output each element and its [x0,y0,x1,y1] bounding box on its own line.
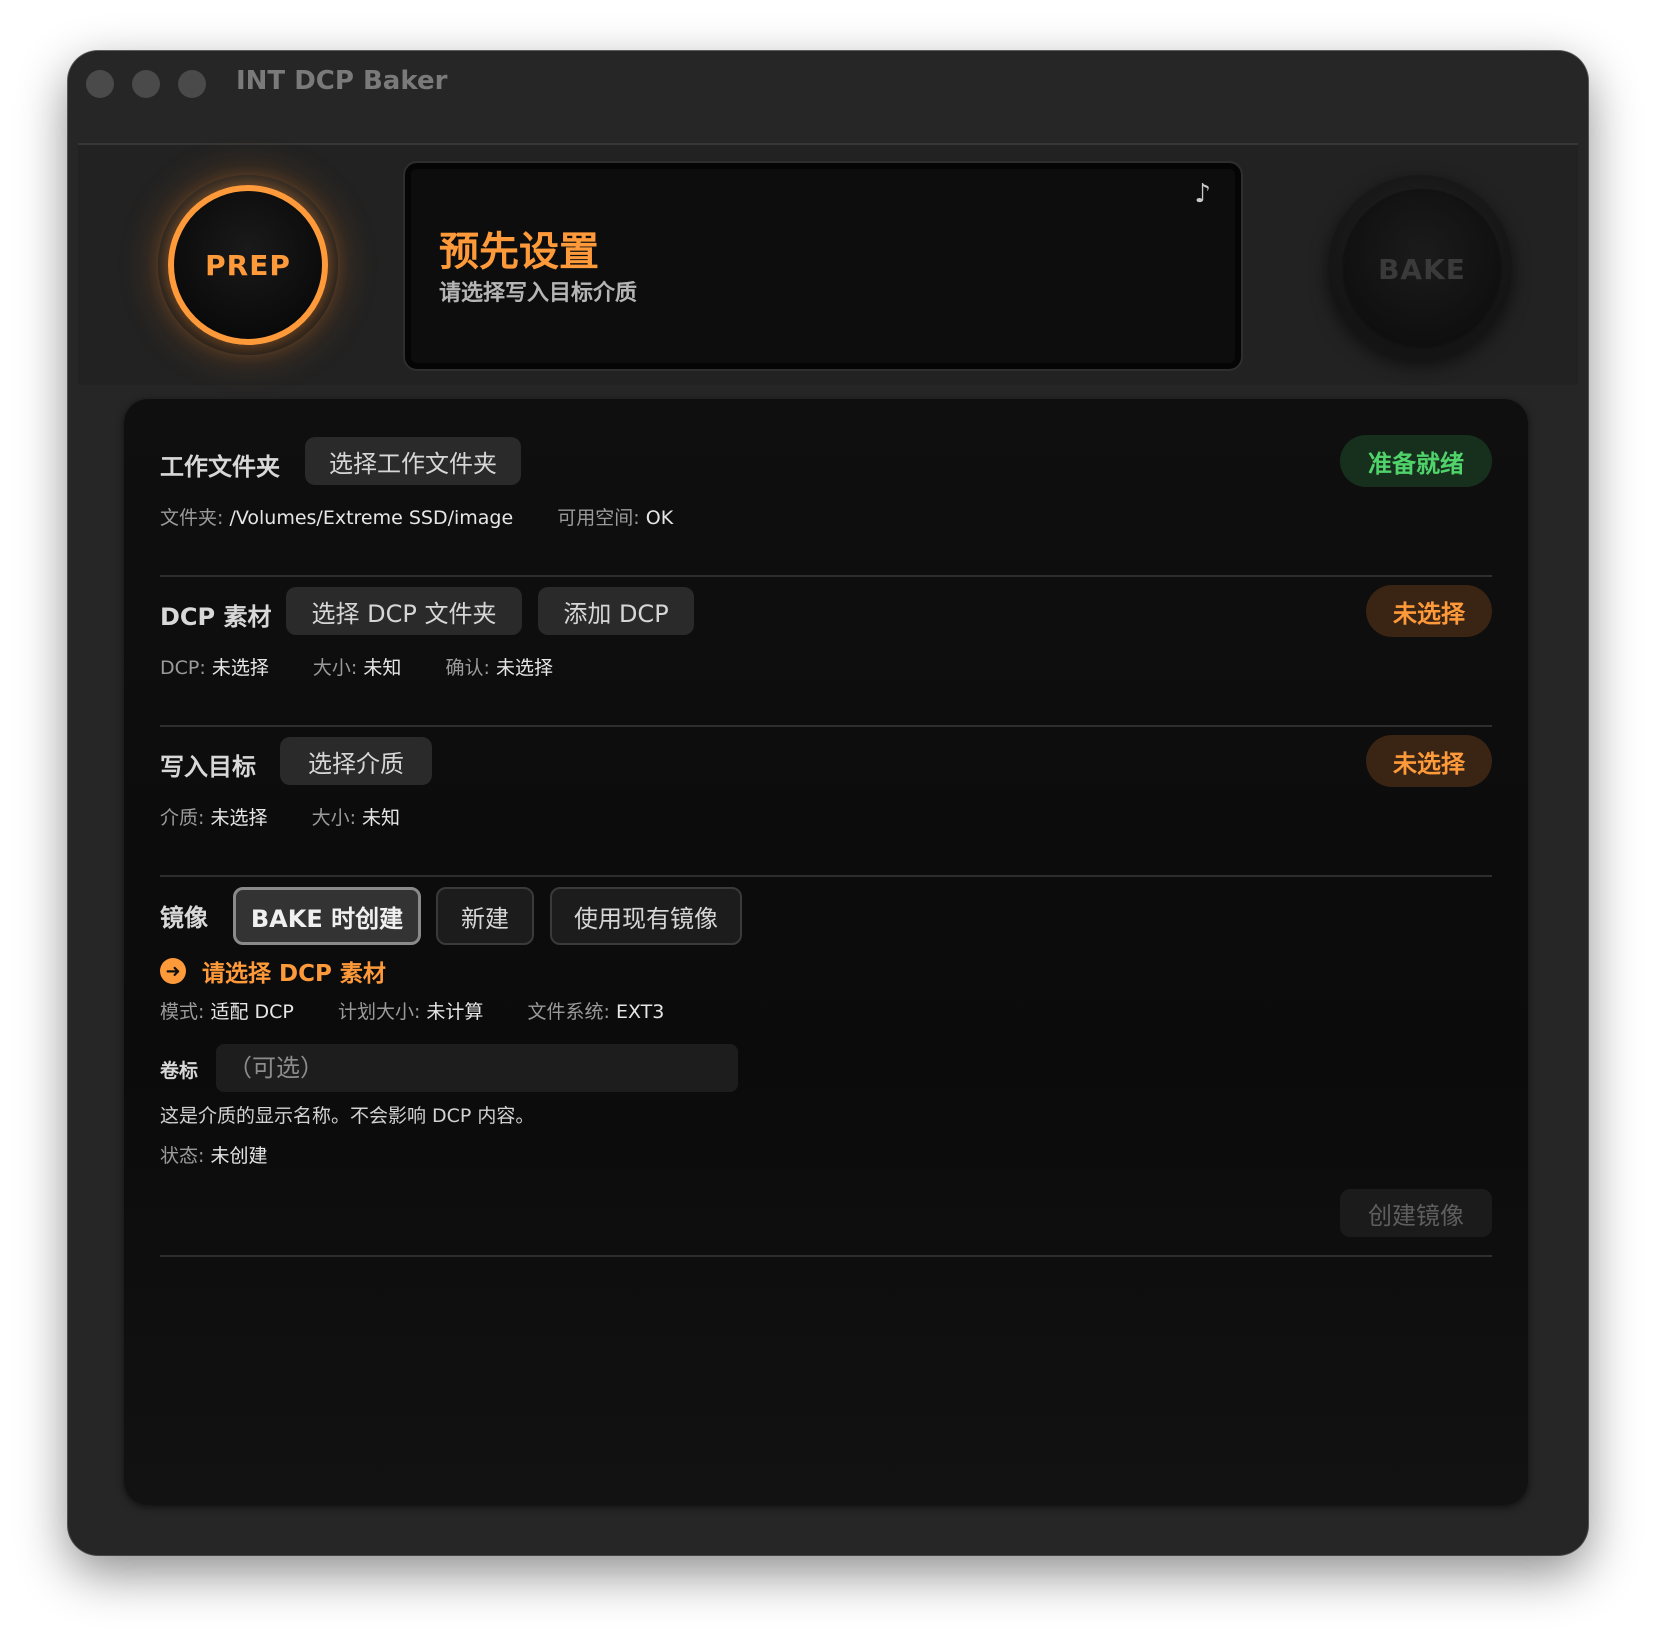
choose-work-folder-button[interactable]: 选择工作文件夹 [305,437,521,485]
fs-value: EXT3 [615,1001,665,1023]
dcp-title: DCP 素材 [160,603,272,631]
status-display: 预先设置 请选择写入目标介质 ♪ [403,161,1243,371]
work-folder-meta: 文件夹: /Volumes/Extreme SSD/image 可用空间: OK [160,503,673,530]
plan-size-value: 未计算 [426,1001,484,1023]
prep-knob[interactable]: PREP [158,175,338,355]
target-size-key: 大小: [311,807,356,829]
bake-ring: BAKE [1342,189,1502,349]
choose-dcp-folder-button[interactable]: 选择 DCP 文件夹 [286,587,522,635]
display-subtitle: 请选择写入目标介质 [439,281,638,306]
option-bake-create[interactable]: BAKE 时创建 [233,887,421,945]
bake-label: BAKE [1378,252,1466,286]
section-divider [160,875,1492,877]
section-divider [160,575,1492,577]
folder-value: /Volumes/Extreme SSD/image [229,507,514,529]
target-title: 写入目标 [160,753,256,781]
dcp-confirm-value: 未选择 [495,657,553,679]
state-key: 状态: [160,1145,205,1167]
mode-value: 适配 DCP [210,1001,294,1023]
target-size-value: 未知 [362,807,401,829]
bake-knob[interactable]: BAKE [1328,175,1512,359]
prep-ring: PREP [168,185,328,345]
close-window-button[interactable] [86,70,114,98]
warning-row: ➜ 请选择 DCP 素材 [160,954,386,988]
dcp-confirm-key: 确认: [445,657,490,679]
work-folder-status-badge: 准备就绪 [1340,435,1492,487]
image-state: 状态: 未创建 [160,1141,267,1168]
prep-label: PREP [205,248,291,282]
work-folder-title: 工作文件夹 [160,453,280,481]
folder-key: 文件夹: [160,507,224,529]
zoom-window-button[interactable] [178,70,206,98]
app-window: INT DCP Baker PREP 预先设置 请选择写入目标介质 ♪ BAKE… [68,51,1588,1555]
image-title: 镜像 [160,904,208,932]
media-value: 未选择 [210,807,268,829]
dcp-size-key: 大小: [312,657,358,679]
display-title: 预先设置 [439,229,599,275]
dcp-size-value: 未知 [363,657,402,679]
section-divider [160,725,1492,727]
dcp-status-badge: 未选择 [1366,585,1492,637]
warning-text: 请选择 DCP 素材 [202,961,386,987]
add-dcp-button[interactable]: 添加 DCP [538,587,694,635]
volume-label: 卷标 [160,1060,199,1082]
state-value: 未创建 [210,1145,268,1167]
target-meta: 介质: 未选择 大小: 未知 [160,803,400,830]
dcp-meta: DCP: 未选择 大小: 未知 确认: 未选择 [160,653,553,680]
target-status-badge: 未选择 [1366,735,1492,787]
music-note-icon[interactable]: ♪ [1194,179,1211,209]
option-use-existing[interactable]: 使用现有镜像 [550,887,742,945]
choose-media-button[interactable]: 选择介质 [280,737,432,785]
title-bar: INT DCP Baker [68,51,1588,143]
dcp-key: DCP: [160,657,206,679]
main-panel: 工作文件夹 选择工作文件夹 准备就绪 文件夹: /Volumes/Extreme… [124,399,1528,1505]
plan-size-key: 计划大小: [337,1001,421,1023]
space-value: OK [645,507,674,529]
mode-key: 模式: [160,1001,205,1023]
fs-key: 文件系统: [527,1001,610,1023]
window-title: INT DCP Baker [236,66,448,96]
volume-input[interactable] [216,1044,738,1092]
section-divider [160,1255,1492,1257]
media-key: 介质: [160,807,205,829]
hero-bar: PREP 预先设置 请选择写入目标介质 ♪ BAKE [78,145,1578,385]
minimize-window-button[interactable] [132,70,160,98]
dcp-value: 未选择 [211,657,269,679]
space-key: 可用空间: [557,507,640,529]
image-meta: 模式: 适配 DCP 计划大小: 未计算 文件系统: EXT3 [160,997,664,1024]
option-new[interactable]: 新建 [436,887,534,945]
create-image-button[interactable]: 创建镜像 [1340,1189,1492,1237]
arrow-right-circle-icon: ➜ [160,958,186,984]
volume-note: 这是介质的显示名称。不会影响 DCP 内容。 [160,1105,535,1127]
